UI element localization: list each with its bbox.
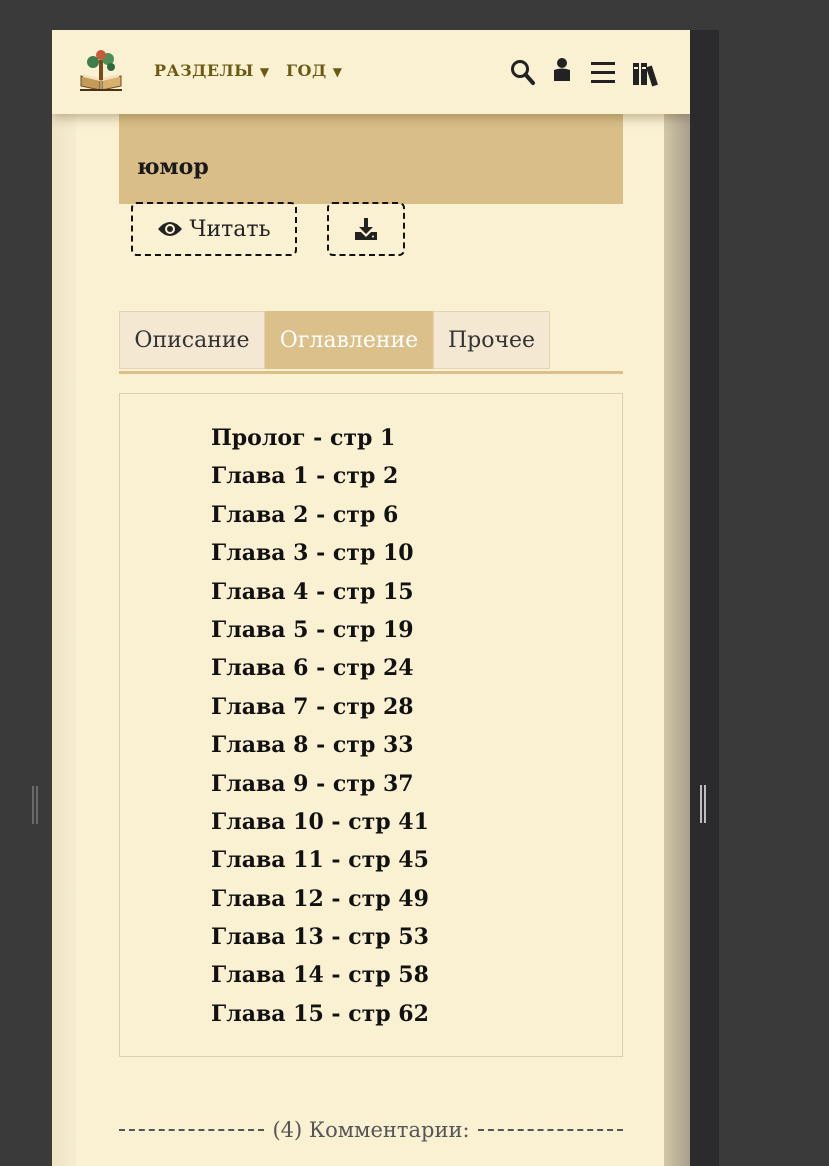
chevron-down-icon: ▼ [259,65,270,79]
read-button[interactable]: Читать [131,202,297,256]
divider [119,1129,265,1131]
comments-heading: (4) Комментарии: [119,1115,623,1145]
comments-count-label: (4) Комментарии: [272,1118,470,1142]
tab-description[interactable]: Описание [119,311,265,369]
viewport-edge [690,30,719,1166]
nav-sections-menu[interactable]: РАЗДЕЛЫ ▼ [154,61,270,80]
toc-item[interactable]: Глава 5 - стр 19 [211,614,622,652]
toc-item[interactable]: Глава 10 - стр 41 [211,806,622,844]
toc-item[interactable]: Глава 12 - стр 49 [211,883,622,921]
book-genres: юмор [119,114,623,204]
toc-item[interactable]: Пролог - стр 1 [211,422,622,460]
user-icon[interactable] [551,57,573,85]
nav-year-menu[interactable]: ГОД ▼ [286,61,342,80]
library-icon[interactable] [632,61,666,87]
menu-icon[interactable] [590,60,616,86]
toc-item[interactable]: Глава 4 - стр 15 [211,576,622,614]
divider [477,1129,623,1131]
toc-item[interactable]: Глава 3 - стр 10 [211,537,622,575]
toc-item[interactable]: Глава 2 - стр 6 [211,499,622,537]
read-button-label: Читать [189,216,271,242]
toc-item[interactable]: Глава 8 - стр 33 [211,729,622,767]
resize-handle-left[interactable] [32,786,38,824]
tab-contents[interactable]: Оглавление [265,311,433,369]
toc-item[interactable]: Глава 15 - стр 62 [211,998,622,1036]
toc-item[interactable]: Глава 14 - стр 58 [211,959,622,997]
toc-item[interactable]: Глава 11 - стр 45 [211,844,622,882]
toc-item[interactable]: Глава 6 - стр 24 [211,652,622,690]
book-tabs: Описание Оглавление Прочее [119,311,623,374]
resize-handle-right[interactable] [700,785,706,823]
toc-item[interactable]: Глава 7 - стр 28 [211,691,622,729]
page: РАЗДЕЛЫ ▼ ГОД ▼ юмор Читать Описание Огл… [52,30,690,1166]
tab-other[interactable]: Прочее [433,311,550,369]
book-logo-icon[interactable] [78,50,124,94]
search-icon[interactable] [510,59,536,87]
eye-icon [158,222,183,236]
chevron-down-icon: ▼ [332,65,343,79]
toc-item[interactable]: Глава 13 - стр 53 [211,921,622,959]
download-button[interactable] [327,202,405,256]
toc-item[interactable]: Глава 1 - стр 2 [211,460,622,498]
table-of-contents: Пролог - стр 1 Глава 1 - стр 2 Глава 2 -… [119,393,623,1057]
site-header: РАЗДЕЛЫ ▼ ГОД ▼ [52,30,690,114]
toc-item[interactable]: Глава 9 - стр 37 [211,768,622,806]
download-icon [355,218,377,240]
